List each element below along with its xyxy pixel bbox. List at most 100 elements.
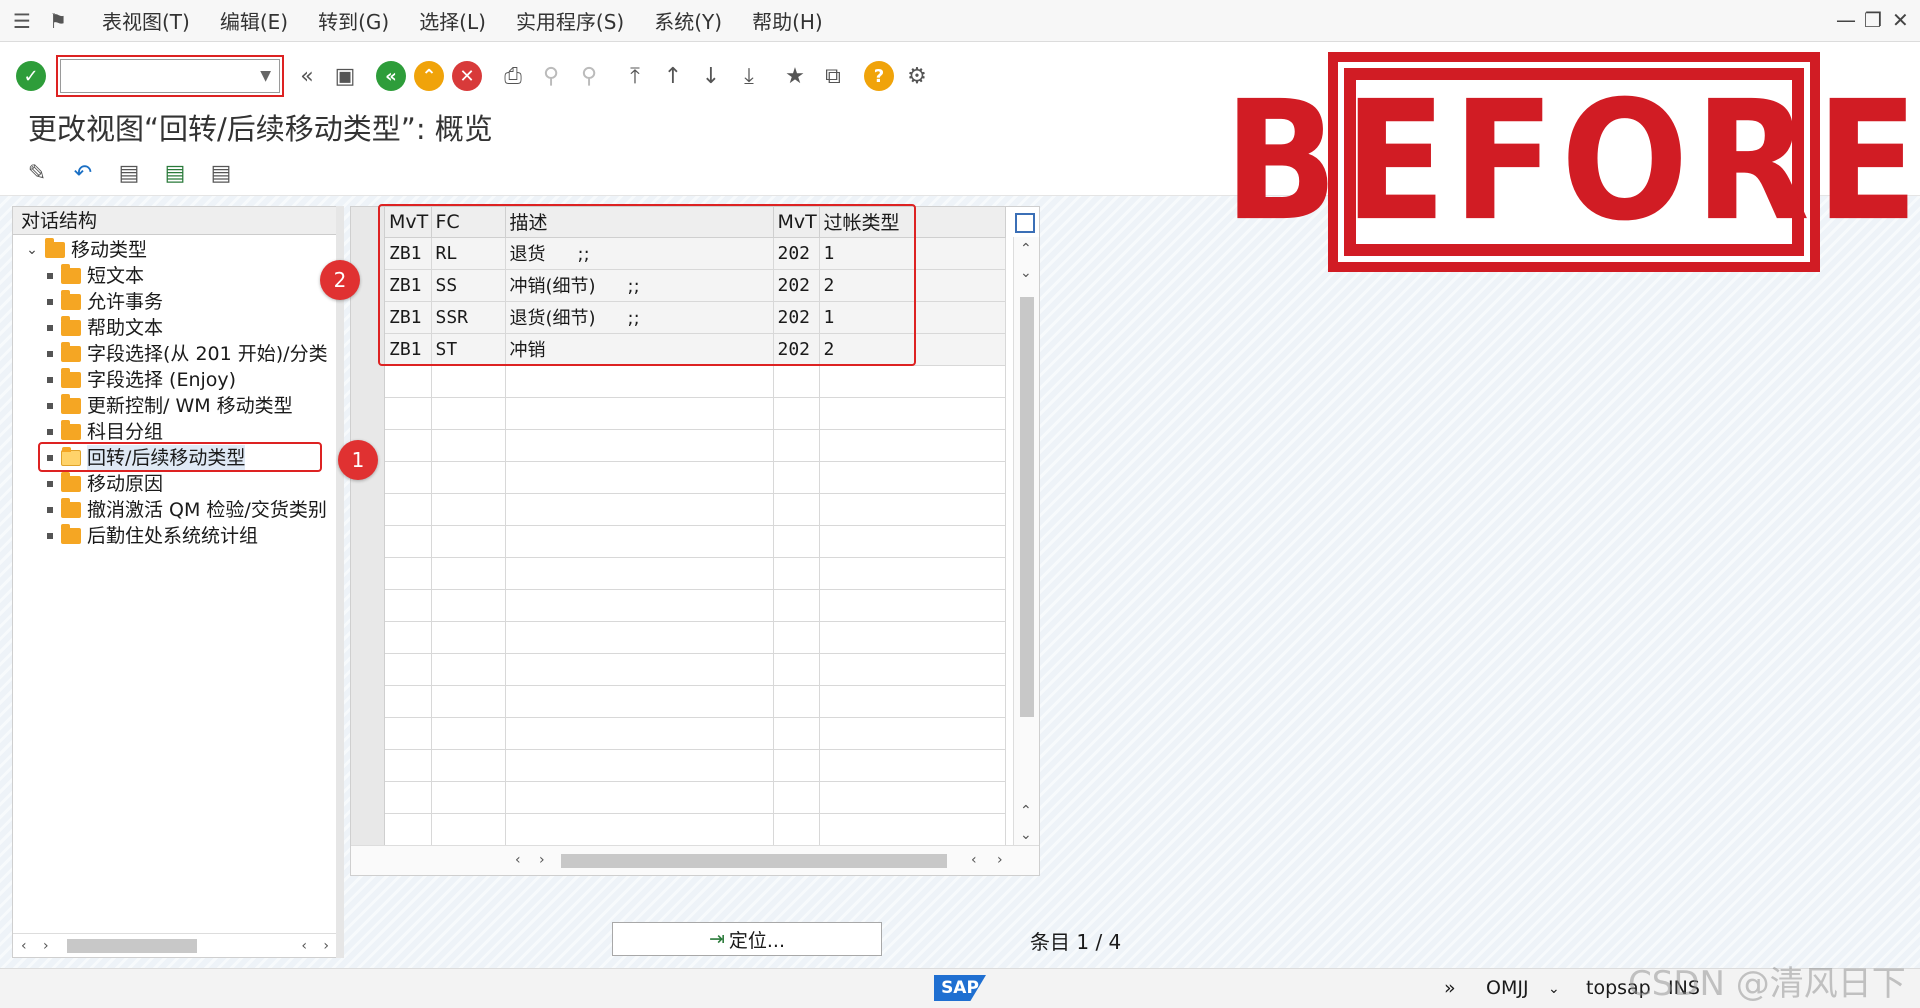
scroll-right-icon[interactable]: › (539, 852, 545, 868)
table-cell-empty[interactable] (385, 557, 432, 590)
select-block-icon[interactable]: ▤ (158, 157, 192, 191)
menu-edit[interactable]: 编辑(E) (220, 6, 288, 35)
table-cell-empty[interactable] (505, 493, 774, 526)
table-cell-empty[interactable] (773, 685, 820, 718)
table-row-empty[interactable] (385, 365, 1006, 398)
table-cell-empty[interactable] (385, 397, 432, 430)
table-cell-empty[interactable] (385, 429, 432, 462)
table-cell-empty[interactable] (385, 749, 432, 782)
table-cell-empty[interactable] (505, 589, 774, 622)
table-cell-empty[interactable] (431, 621, 506, 654)
table-cell-empty[interactable] (773, 429, 820, 462)
table-cell-empty[interactable] (431, 493, 506, 526)
cancel-icon[interactable]: ✕ (450, 59, 484, 93)
scroll-up-icon[interactable]: ⌃ (1020, 241, 1032, 257)
table-cell-empty[interactable] (431, 589, 506, 622)
table-cell-empty[interactable] (431, 461, 506, 494)
table-cell-empty[interactable] (819, 429, 1006, 462)
table-cell-empty[interactable] (773, 493, 820, 526)
tree-item-field-selection-201[interactable]: 字段选择(从 201 开始)/分类 (13, 341, 339, 367)
table-cell-empty[interactable] (431, 557, 506, 590)
deselect-all-icon[interactable]: ▤ (204, 157, 238, 191)
table-cell-empty[interactable] (431, 685, 506, 718)
table-cell-empty[interactable] (505, 813, 774, 846)
table-cell-empty[interactable] (431, 813, 506, 846)
table-cell-empty[interactable] (385, 493, 432, 526)
table-cell-empty[interactable] (819, 621, 1006, 654)
table-cell-empty[interactable] (819, 749, 1006, 782)
tree-item-field-selection-enjoy[interactable]: 字段选择 (Enjoy) (13, 367, 339, 393)
exit-icon[interactable]: ⌃ (412, 59, 446, 93)
help-icon[interactable]: ? (862, 59, 896, 93)
menu-utilities[interactable]: 实用程序(S) (516, 6, 624, 35)
scroll-thumb[interactable] (67, 938, 197, 953)
table-cell-empty[interactable] (385, 589, 432, 622)
table-row-empty[interactable] (385, 621, 1006, 654)
table-cell-empty[interactable] (431, 397, 506, 430)
previous-page-icon[interactable]: ↑ (656, 59, 690, 93)
table-cell-empty[interactable] (819, 461, 1006, 494)
chevron-down-icon[interactable]: ⌄ (1548, 981, 1560, 997)
select-all-icon[interactable]: ▤ (112, 157, 146, 191)
position-button[interactable]: ⇥ 定位... (612, 922, 882, 956)
scroll-left-icon[interactable]: ‹ (971, 852, 977, 868)
table-cell-empty[interactable] (773, 397, 820, 430)
table-cell-empty[interactable] (505, 749, 774, 782)
table-cell-empty[interactable] (385, 781, 432, 814)
table-cell-empty[interactable] (819, 365, 1006, 398)
table-row-empty[interactable] (385, 781, 1006, 814)
last-page-icon[interactable]: ⤓ (732, 59, 766, 93)
table-cell-empty[interactable] (505, 781, 774, 814)
table-cell-empty[interactable] (385, 365, 432, 398)
table-cell-empty[interactable] (819, 813, 1006, 846)
create-session-icon[interactable]: ⧉ (816, 59, 850, 93)
table-cell-empty[interactable] (773, 525, 820, 558)
scroll-right-icon[interactable]: › (997, 852, 1003, 868)
table-row-empty[interactable] (385, 557, 1006, 590)
table-cell-empty[interactable] (385, 461, 432, 494)
table-cell-empty[interactable] (819, 525, 1006, 558)
settings-icon[interactable]: ⚙ (900, 59, 934, 93)
restore-icon[interactable]: ❐ (1864, 8, 1882, 32)
menu-selection[interactable]: 选择(L) (419, 6, 486, 35)
menu-help[interactable]: 帮助(H) (752, 6, 823, 35)
tree-item-allowed-transactions[interactable]: 允许事务 (13, 289, 339, 315)
chevron-down-icon[interactable]: ▼ (260, 68, 271, 84)
table-row-empty[interactable] (385, 461, 1006, 494)
table-cell-empty[interactable] (773, 749, 820, 782)
menu-goto[interactable]: 转到(G) (318, 6, 389, 35)
table-cell-empty[interactable] (819, 493, 1006, 526)
table-cell-empty[interactable] (773, 781, 820, 814)
customize-icon[interactable]: ⚑ (44, 9, 72, 33)
check-icon[interactable]: ✓ (14, 59, 48, 93)
table-cell-empty[interactable] (773, 813, 820, 846)
scroll-down-icon[interactable]: ⌄ (1020, 265, 1032, 281)
scroll-right-icon[interactable]: › (43, 938, 49, 954)
table-cell-empty[interactable] (431, 525, 506, 558)
undo-icon[interactable]: ↶ (66, 157, 100, 191)
close-icon[interactable]: ✕ (1892, 8, 1909, 32)
table-row-empty[interactable] (385, 525, 1006, 558)
scroll-down-icon[interactable]: ⌄ (1020, 827, 1032, 843)
table-row-empty[interactable] (385, 589, 1006, 622)
table-row-empty[interactable] (385, 429, 1006, 462)
table-cell-empty[interactable] (505, 429, 774, 462)
scroll-left-icon[interactable]: ‹ (515, 852, 521, 868)
table-cell-empty[interactable] (505, 365, 774, 398)
table-row-empty[interactable] (385, 717, 1006, 750)
table-cell-empty[interactable] (819, 557, 1006, 590)
scroll-right-icon[interactable]: › (323, 938, 329, 954)
table-cell-empty[interactable] (819, 653, 1006, 686)
table-cell-empty[interactable] (505, 621, 774, 654)
tree-item-help-text[interactable]: 帮助文本 (13, 315, 339, 341)
table-cell-empty[interactable] (773, 621, 820, 654)
table-cell-empty[interactable] (773, 365, 820, 398)
table-cell-empty[interactable] (773, 717, 820, 750)
tree-item-lis-statistics[interactable]: 后勤住处系统统计组 (13, 523, 339, 549)
tree-root[interactable]: ⌄ 移动类型 (13, 237, 339, 263)
table-cell-empty[interactable] (385, 653, 432, 686)
minimize-icon[interactable]: — (1836, 8, 1856, 32)
scroll-up-icon[interactable]: ⌃ (1020, 803, 1032, 819)
table-cell-empty[interactable] (819, 717, 1006, 750)
tree-horizontal-scrollbar[interactable]: ‹ › ‹ › (13, 933, 339, 957)
